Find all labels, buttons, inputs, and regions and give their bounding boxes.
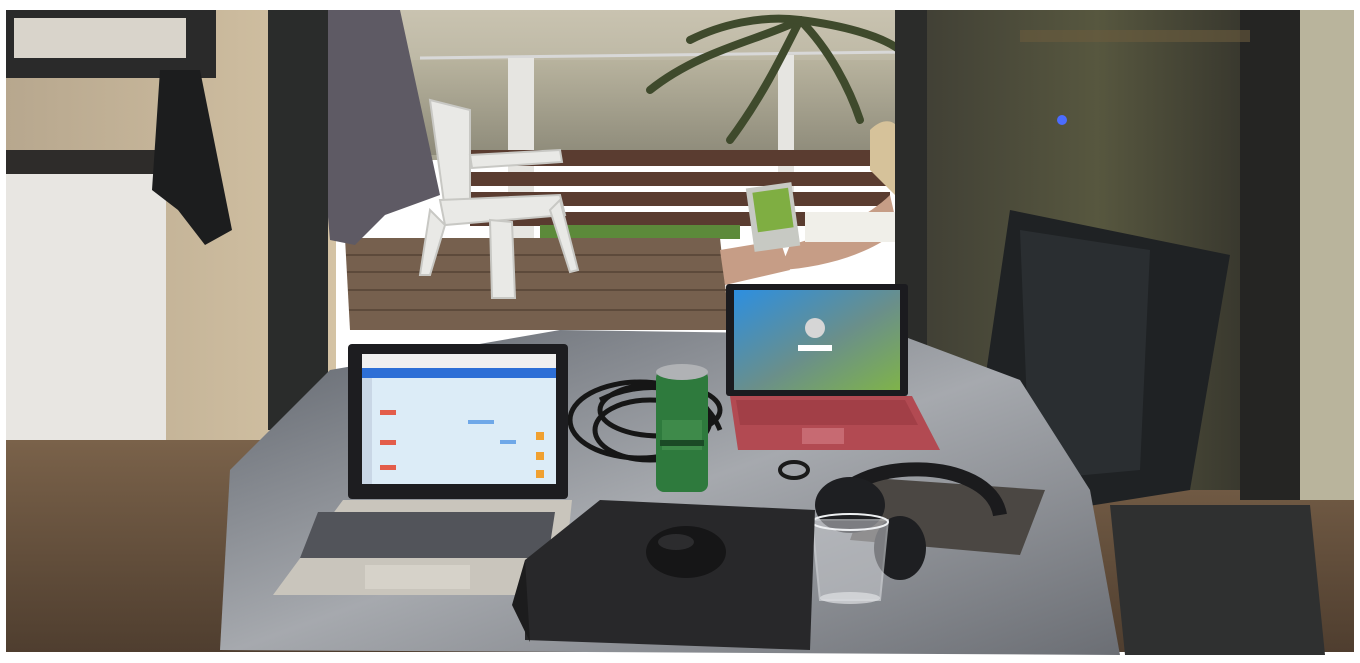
cabinet-reflection bbox=[14, 18, 186, 58]
right-wall bbox=[1300, 10, 1354, 500]
reflection-light bbox=[1057, 115, 1067, 125]
beer-can bbox=[656, 364, 708, 492]
wooden-deck bbox=[345, 238, 730, 330]
water-glass bbox=[810, 513, 890, 604]
photo-scene bbox=[0, 0, 1360, 663]
reflection-shelf bbox=[1020, 30, 1250, 42]
door-frame-left bbox=[268, 10, 328, 430]
computer-mouse bbox=[646, 526, 726, 578]
door-frame-right bbox=[1240, 10, 1300, 500]
floor-mat bbox=[1110, 505, 1325, 655]
counter-top bbox=[6, 150, 166, 174]
red-tablet-laptop bbox=[726, 284, 940, 450]
bench-rail-2 bbox=[470, 172, 890, 186]
